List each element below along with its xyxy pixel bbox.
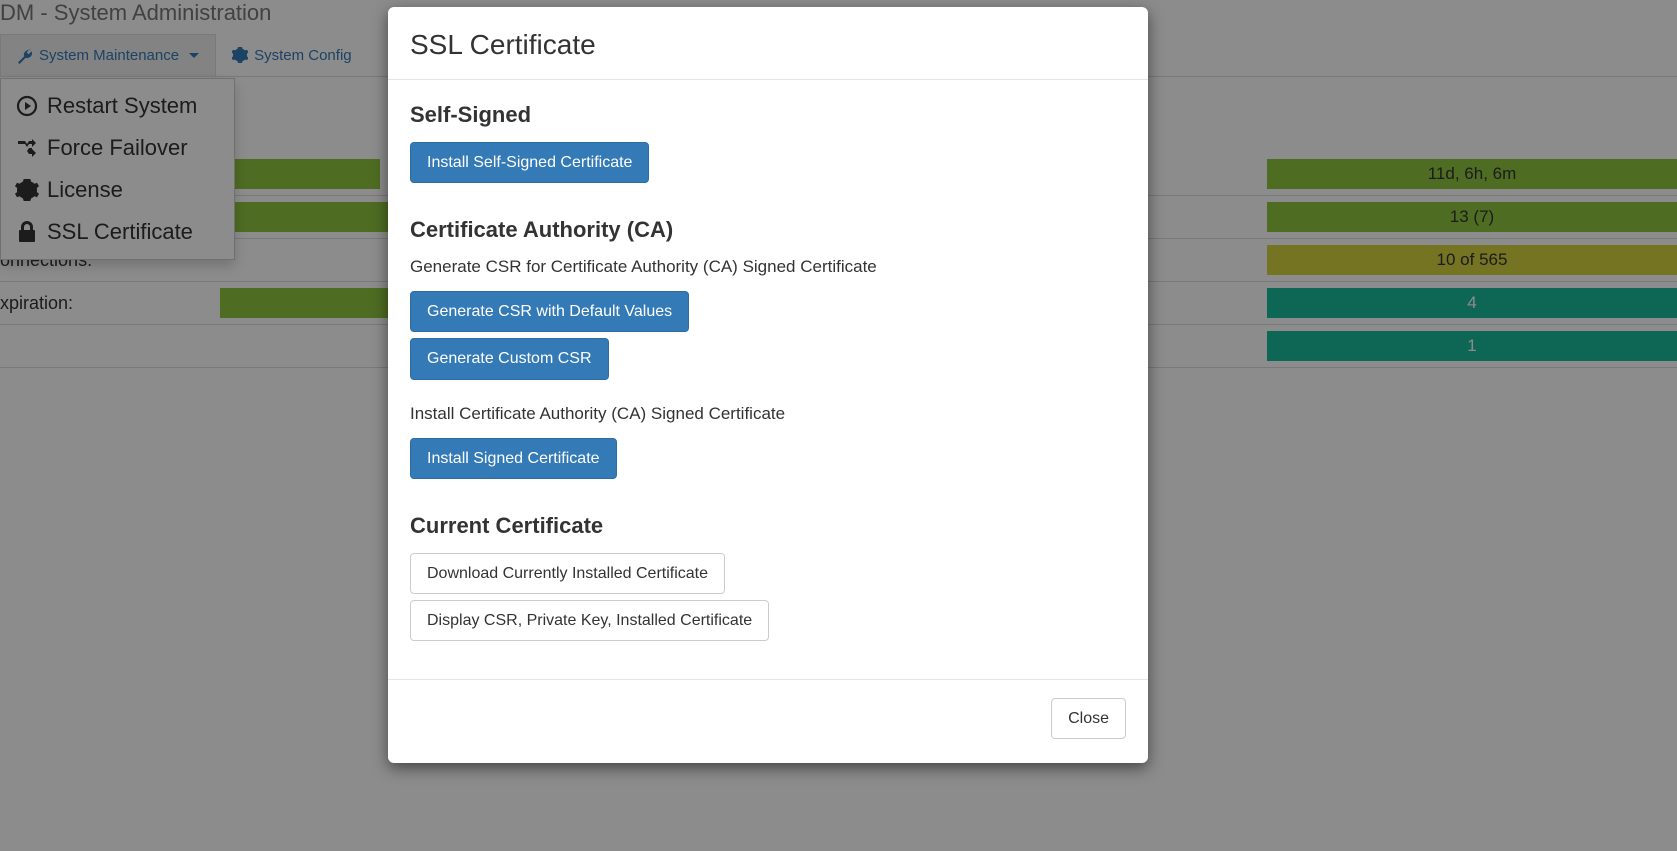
download-current-button[interactable]: Download Currently Installed Certificate (410, 553, 725, 594)
modal-title: SSL Certificate (410, 29, 1126, 61)
ca-generate-text: Generate CSR for Certificate Authority (… (410, 257, 1126, 277)
modal-body: Self-Signed Install Self-Signed Certific… (388, 80, 1148, 679)
install-self-signed-button[interactable]: Install Self-Signed Certificate (410, 142, 649, 183)
generate-csr-default-button[interactable]: Generate CSR with Default Values (410, 291, 689, 332)
current-cert-heading: Current Certificate (410, 513, 1126, 539)
current-cert-section: Current Certificate Download Currently I… (410, 513, 1126, 647)
install-signed-button[interactable]: Install Signed Certificate (410, 438, 617, 479)
ca-heading: Certificate Authority (CA) (410, 217, 1126, 243)
ca-install-text: Install Certificate Authority (CA) Signe… (410, 404, 1126, 424)
close-button[interactable]: Close (1051, 698, 1126, 739)
ssl-certificate-modal: SSL Certificate Self-Signed Install Self… (388, 7, 1148, 763)
generate-custom-csr-button[interactable]: Generate Custom CSR (410, 338, 609, 379)
self-signed-heading: Self-Signed (410, 102, 1126, 128)
display-csr-button[interactable]: Display CSR, Private Key, Installed Cert… (410, 600, 769, 641)
self-signed-section: Self-Signed Install Self-Signed Certific… (410, 102, 1126, 189)
modal-footer: Close (388, 679, 1148, 763)
modal-header: SSL Certificate (388, 7, 1148, 80)
ca-section: Certificate Authority (CA) Generate CSR … (410, 217, 1126, 485)
